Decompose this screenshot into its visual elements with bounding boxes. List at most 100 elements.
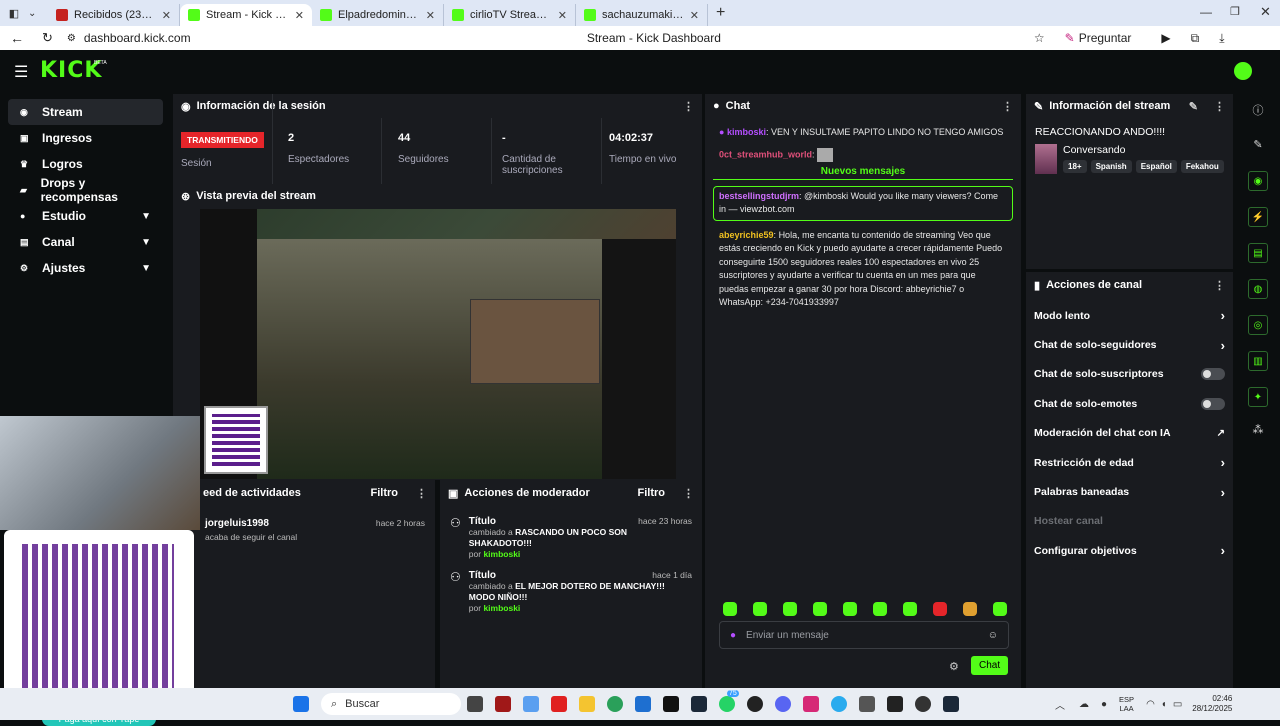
browser-tab[interactable]: cirlioTV Stream - Wa ✕ [444, 4, 576, 26]
sidebar-item-canal[interactable]: ▤ Canal ▼ [8, 229, 163, 255]
whatsapp-icon[interactable]: 75 [719, 690, 739, 712]
stream-preview-video[interactable] [200, 209, 676, 479]
folder-icon[interactable] [579, 696, 595, 712]
emote-button[interactable] [873, 602, 887, 616]
battery-icon[interactable]: ▭ [1173, 699, 1182, 710]
edit-rail-icon[interactable]: ✎ [1242, 138, 1274, 151]
maximize-button[interactable]: ❐ [1230, 5, 1240, 18]
chat-username[interactable]: kimboski [727, 127, 766, 137]
tag-badge[interactable]: Fekahou [1180, 160, 1224, 173]
layout-rail-icon[interactable]: ▥ [1248, 351, 1268, 371]
more-icon[interactable]: ⋮ [1214, 100, 1225, 113]
obs-icon[interactable] [915, 696, 931, 712]
channel-action-configurar-objetivos[interactable]: Configurar objetivos › [1026, 536, 1233, 565]
browser-tab[interactable]: Recibidos (237) - ferrygor ✕ [48, 4, 180, 26]
explorer-icon[interactable] [467, 696, 483, 712]
ask-button[interactable]: ✎ Preguntar [1065, 31, 1132, 45]
more-icon[interactable]: ⋮ [683, 100, 694, 113]
new-messages-divider[interactable]: Nuevos mensajes [713, 166, 1013, 180]
collections-icon[interactable]: ⧉ [1191, 31, 1200, 46]
chat-input[interactable]: ● Enviar un mensaje ☺ [719, 621, 1009, 649]
toggle-switch[interactable] [1201, 397, 1225, 410]
chat-username[interactable]: 0ct_streamhub_world [719, 149, 812, 159]
tag-badge[interactable]: Español [1135, 160, 1177, 173]
sidebar-item-ajustes[interactable]: ⚙ Ajustes ▼ [8, 255, 163, 281]
category-name[interactable]: Conversando [1063, 144, 1224, 156]
tag-badge[interactable]: Spanish [1090, 160, 1132, 173]
terminal-icon[interactable] [887, 696, 903, 712]
emote-button[interactable] [993, 602, 1007, 616]
sidebar-item-stream[interactable]: ◉ Stream [8, 99, 163, 125]
network-icon[interactable]: ☁ [1079, 699, 1089, 710]
site-info-icon[interactable]: ⚙ [67, 33, 76, 44]
channel-action-chat-de-solo-seguidores[interactable]: Chat de solo-seguidores › [1026, 330, 1233, 359]
tray-chevron-icon[interactable]: ︿ [1055, 697, 1065, 712]
mod-username[interactable]: kimboski [483, 603, 520, 613]
camera-rail-icon[interactable]: ◉ [1248, 171, 1268, 191]
send-chat-button[interactable]: Chat [971, 656, 1009, 675]
mic-icon[interactable]: ● [730, 630, 736, 641]
more-icon[interactable]: ⋮ [416, 487, 427, 500]
bookmark-icon[interactable]: ☆ [1034, 31, 1045, 45]
close-tab-icon[interactable]: ✕ [162, 9, 171, 22]
channel-action-modo-lento[interactable]: Modo lento › [1026, 301, 1233, 330]
tab-list-icon[interactable]: ⌄ [28, 8, 48, 19]
mic-tray-icon[interactable]: ● [1101, 699, 1107, 710]
activity-user[interactable]: jorgeluis1998 [205, 518, 269, 529]
sidebar-item-drops[interactable]: ▰ Drops y recompensas [8, 176, 163, 204]
channel-action-moderación-del-chat-con-ia[interactable]: Moderación del chat con IA ↗ [1026, 419, 1233, 448]
edit-icon[interactable]: ✎ [1189, 100, 1198, 113]
volume-icon[interactable]: ◖ [1161, 699, 1167, 710]
more-icon[interactable]: ⋮ [1002, 100, 1013, 113]
sidebar-item-estudio[interactable]: ● Estudio ▼ [8, 203, 163, 229]
store-icon[interactable] [635, 696, 651, 712]
more-icon[interactable]: ⋮ [1214, 279, 1225, 292]
sidebar-item-ingresos[interactable]: ▣ Ingresos [8, 125, 163, 151]
clock[interactable]: 02:46 28/12/2025 [1192, 694, 1232, 714]
close-tab-icon[interactable]: ✕ [426, 9, 435, 22]
dota-icon[interactable] [495, 696, 511, 712]
chat-settings-icon[interactable]: ⚙ [949, 660, 959, 673]
windows-start-icon[interactable] [293, 696, 309, 712]
more-icon[interactable]: ⋮ [683, 487, 694, 500]
minimize-button[interactable]: — [1200, 5, 1212, 19]
emote-button[interactable] [723, 602, 737, 616]
sidebar-toggle-icon[interactable]: ◧ [0, 7, 28, 20]
wifi-icon[interactable]: ◠ [1146, 699, 1155, 710]
activity-filter-button[interactable]: Filtro [371, 487, 399, 499]
channel-action-chat-de-solo-emotes[interactable]: Chat de solo-emotes [1026, 389, 1233, 418]
steam-active-icon[interactable] [943, 696, 959, 712]
github-icon[interactable] [747, 696, 763, 712]
channel-action-chat-de-solo-suscriptores[interactable]: Chat de solo-suscriptores [1026, 360, 1233, 389]
language-indicator[interactable]: ESP LAA [1119, 695, 1134, 713]
back-icon[interactable]: ← [10, 30, 24, 46]
instagram-icon[interactable] [803, 696, 819, 712]
calculator-icon[interactable] [859, 696, 875, 712]
wrench-rail-icon[interactable]: ✦ [1248, 387, 1268, 407]
close-tab-icon[interactable]: ✕ [690, 9, 699, 22]
info-rail-icon[interactable]: ⓘ [1242, 102, 1274, 118]
broadcast-rail-icon[interactable]: ◎ [1248, 315, 1268, 335]
steam-icon[interactable] [691, 696, 707, 712]
document-rail-icon[interactable]: ▤ [1248, 243, 1268, 263]
telegram-icon[interactable] [831, 696, 847, 712]
chat-rail-icon[interactable]: ◍ [1248, 279, 1268, 299]
emote-button[interactable] [783, 602, 797, 616]
emote-button[interactable] [933, 602, 947, 616]
emote-button[interactable] [903, 602, 917, 616]
close-window-button[interactable]: ✕ [1260, 4, 1271, 20]
taskbar-search[interactable]: ⌕ Buscar [321, 693, 461, 715]
channel-action-palabras-baneadas[interactable]: Palabras baneadas › [1026, 477, 1233, 506]
emote-button[interactable] [753, 602, 767, 616]
copilot-icon[interactable] [523, 696, 539, 712]
menu-icon[interactable]: ☰ [14, 62, 28, 82]
sidebar-item-logros[interactable]: ♛ Logros [8, 151, 163, 177]
tag-badge[interactable]: 18+ [1063, 160, 1087, 173]
mod-username[interactable]: kimboski [483, 549, 520, 559]
yandex-icon[interactable] [551, 696, 567, 712]
tiktok-icon[interactable] [663, 696, 679, 712]
chat-username[interactable]: abeyrichie59 [719, 230, 774, 240]
close-tab-icon[interactable]: ✕ [558, 9, 567, 22]
emote-button[interactable] [843, 602, 857, 616]
browser-tab[interactable]: ElpadredomingoOfic ✕ [312, 4, 444, 26]
